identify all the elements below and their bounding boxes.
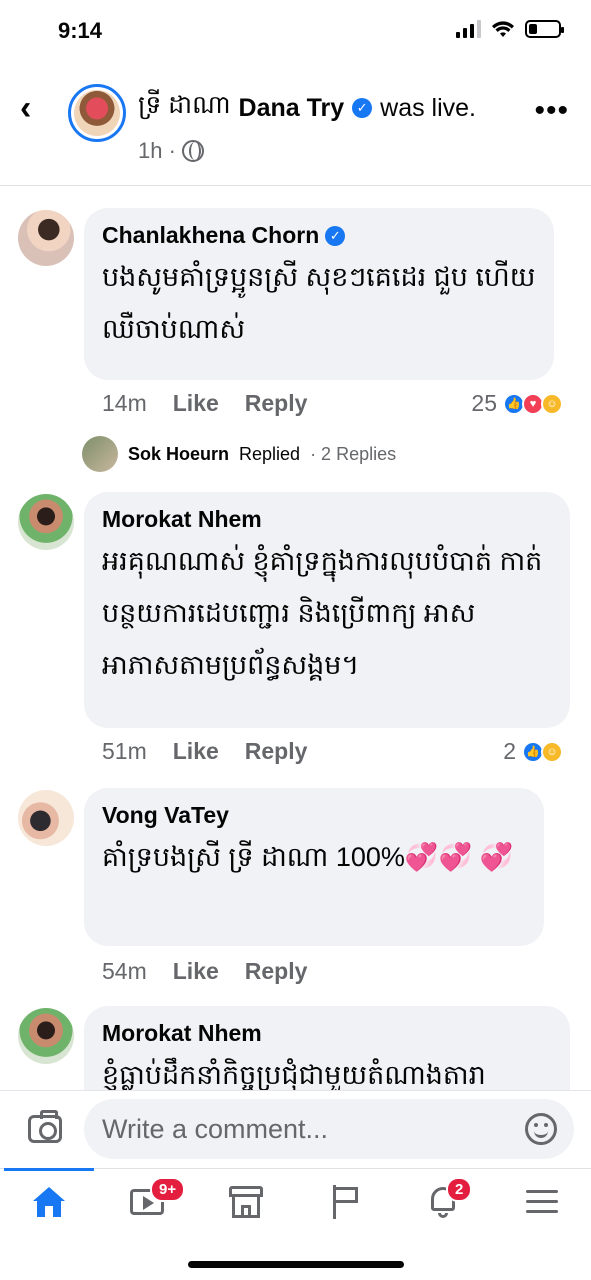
marketplace-icon — [229, 1186, 263, 1218]
comment-bubble[interactable]: Morokat Nhem អរគុណណាស់ ខ្ញុំគាំទ្រក្នុងក… — [84, 492, 570, 728]
comment-bubble[interactable]: Chanlakhena Chorn ✓ បងសូមគាំទ្រប្អូនស្រី… — [84, 208, 554, 380]
replier-avatar — [82, 436, 118, 472]
comment-author[interactable]: Morokat Nhem — [102, 506, 552, 533]
camera-icon[interactable] — [28, 1110, 62, 1143]
verified-badge-icon: ✓ — [352, 98, 373, 118]
tab-marketplace[interactable] — [197, 1169, 295, 1235]
comment-actions: 14m Like Reply — [102, 390, 307, 417]
flag-icon — [331, 1185, 359, 1219]
notifications-badge: 2 — [446, 1177, 473, 1202]
post-header: ‹ ទ្រី ដាណា Dana Try ✓ was live. 1h · ••… — [0, 76, 591, 186]
comment-time[interactable]: 14m — [102, 390, 147, 417]
comment-author[interactable]: Morokat Nhem — [102, 1020, 552, 1047]
comment-time[interactable]: 54m — [102, 958, 147, 985]
like-button[interactable]: Like — [173, 958, 219, 985]
home-indicator[interactable] — [188, 1261, 404, 1268]
tab-home[interactable] — [0, 1168, 98, 1235]
reaction-count: 25 — [471, 390, 497, 416]
comment-bubble[interactable]: Vong VaTey គាំទ្របងស្រី ទ្រី ដាណា 100%💞💞… — [84, 788, 544, 946]
author-khmer-name[interactable]: ទ្រី ដាណា — [138, 90, 231, 126]
reply-button[interactable]: Reply — [245, 958, 308, 985]
post-time[interactable]: 1h · — [138, 138, 176, 164]
comment-text: អរគុណណាស់ ខ្ញុំគាំទ្រក្នុងការលុបបំបាត់ ក… — [102, 546, 543, 680]
post-meta: 1h · — [138, 138, 204, 164]
status-time: 9:14 — [58, 18, 103, 43]
tab-menu[interactable] — [493, 1169, 591, 1235]
more-options-button[interactable]: ••• — [534, 94, 569, 128]
tab-notifications[interactable]: 2 — [394, 1169, 492, 1235]
reply-button[interactable]: Reply — [245, 738, 308, 765]
tab-watch[interactable]: 9+ — [98, 1169, 196, 1235]
replies-count: · 2 Replies — [310, 443, 397, 464]
care-icon: ☺ — [541, 740, 563, 763]
comment-actions: 51m Like Reply — [102, 738, 307, 765]
status-bar: 9:14 — [0, 0, 591, 66]
replied-label: Replied — [239, 443, 301, 464]
view-replies[interactable]: Sok Hoeurn Replied · 2 Replies — [82, 436, 396, 472]
replier-name: Sok Hoeurn — [128, 443, 230, 464]
commenter-avatar[interactable] — [18, 494, 74, 550]
menu-icon — [526, 1190, 558, 1214]
comment-bubble[interactable]: Morokat Nhem ខ្ញុំធ្លាប់ដឹកនាំកិច្ចប្រជុ… — [84, 1006, 570, 1090]
reaction-summary[interactable]: 25 👍 ♥ ☺ — [471, 390, 563, 417]
commenter-avatar[interactable] — [18, 210, 74, 266]
care-icon: ☺ — [541, 392, 563, 415]
status-icons — [456, 20, 564, 38]
wifi-icon — [492, 21, 514, 37]
comment-text: បងសូមគាំទ្រប្អូនស្រី សុខៗគេដេរ ជួប ហើយ ឈ… — [102, 262, 536, 344]
reaction-summary[interactable]: 2 👍 ☺ — [503, 738, 563, 765]
post-title: ទ្រី ដាណា Dana Try ✓ was live. — [138, 90, 476, 126]
author-avatar[interactable] — [68, 84, 126, 142]
comment-text: គាំទ្របងស្រី ទ្រី ដាណា 100%💞💞 💞 — [102, 842, 514, 872]
watch-badge: 9+ — [150, 1177, 186, 1202]
comment-author[interactable]: Chanlakhena Chorn ✓ — [102, 222, 536, 249]
reply-button[interactable]: Reply — [245, 390, 308, 417]
comment-actions: 54m Like Reply — [102, 958, 307, 985]
comment-time[interactable]: 51m — [102, 738, 147, 765]
emoji-icon[interactable] — [525, 1113, 557, 1145]
commenter-avatar[interactable] — [18, 790, 74, 846]
home-icon — [33, 1187, 65, 1217]
author-name[interactable]: Dana Try — [239, 94, 345, 123]
tab-pages[interactable] — [296, 1169, 394, 1235]
back-button[interactable]: ‹ — [20, 90, 50, 130]
commenter-avatar[interactable] — [18, 1008, 74, 1064]
comment-input[interactable] — [84, 1099, 574, 1159]
like-button[interactable]: Like — [173, 738, 219, 765]
cellular-signal-icon — [456, 20, 481, 38]
verified-badge-icon: ✓ — [325, 225, 346, 246]
battery-icon — [525, 20, 564, 38]
comment-composer — [0, 1090, 591, 1168]
bottom-nav: 9+ 2 — [0, 1168, 591, 1238]
post-action: was live. — [380, 93, 477, 122]
reaction-count: 2 — [503, 738, 516, 764]
like-button[interactable]: Like — [173, 390, 219, 417]
comment-author[interactable]: Vong VaTey — [102, 802, 526, 829]
comment-text: ខ្ញុំធ្លាប់ដឹកនាំកិច្ចប្រជុំជាមួយតំណាងតា… — [102, 1060, 486, 1090]
globe-icon — [181, 140, 204, 162]
